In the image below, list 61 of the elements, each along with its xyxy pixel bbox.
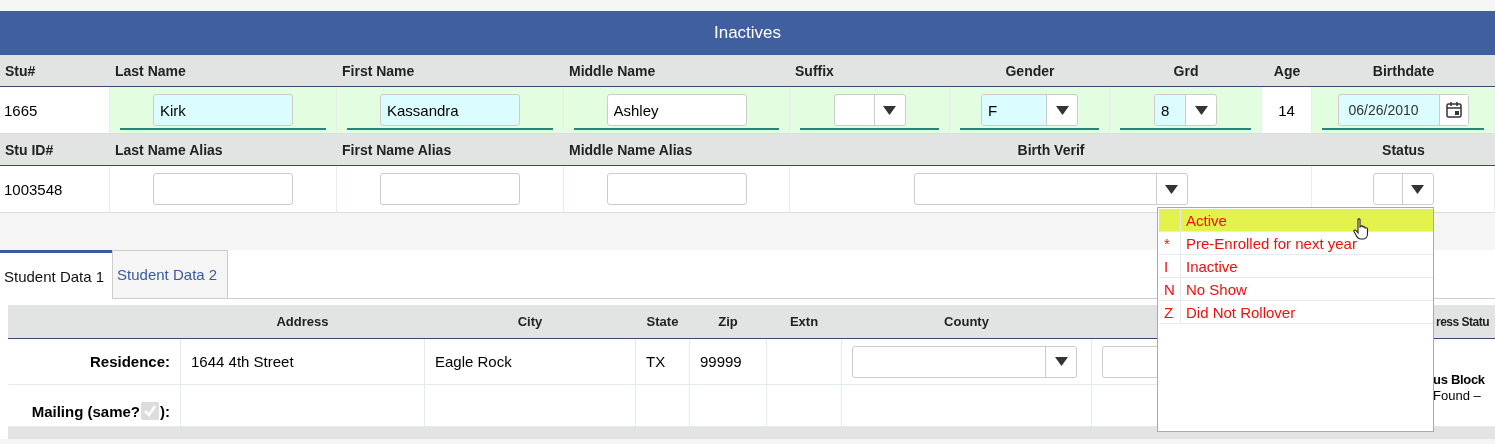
dropdown-arrow-icon	[1165, 184, 1178, 194]
select-field[interactable]	[1372, 173, 1434, 205]
column-header: Middle Name Alias	[568, 141, 694, 158]
row-label: Residence:	[89, 353, 170, 370]
column-header: Birthdate	[1371, 62, 1436, 79]
column-header: Stu ID#	[4, 141, 55, 158]
text-field[interactable]	[153, 173, 293, 205]
text-field[interactable]: Ashley	[606, 94, 747, 126]
dropdown-arrow-icon	[883, 105, 896, 115]
column-header: Middle Name	[568, 62, 657, 79]
dropdown-option[interactable]: Z Did Not Rollover	[1159, 301, 1433, 324]
column-header: Zip	[718, 314, 738, 329]
date-field[interactable]: 06/26/2010	[1337, 94, 1469, 126]
tab[interactable]: Student Data 2	[112, 250, 229, 298]
dropdown-arrow-icon	[1054, 357, 1068, 366]
column-header: State	[646, 314, 679, 329]
text-field[interactable]: Kassandra	[380, 94, 520, 126]
column-header: Last Name Alias	[114, 141, 224, 158]
column-header: City	[517, 314, 543, 329]
tab[interactable]: Student Data 1	[0, 250, 113, 299]
dropdown-arrow-icon	[1055, 105, 1069, 115]
dropdown-option[interactable]: I Inactive	[1159, 255, 1433, 278]
note-text: Found –	[1433, 387, 1482, 404]
column-header: First Name Alias	[341, 141, 453, 158]
select-field[interactable]: F	[981, 94, 1078, 126]
text-field[interactable]	[380, 173, 520, 205]
cell-text: 1644 4th Street	[191, 353, 294, 370]
section-banner: Inactives	[0, 11, 1495, 55]
text-field[interactable]: Kirk	[153, 94, 293, 126]
column-header: Suffix	[794, 62, 835, 79]
column-header: Grd	[1172, 62, 1200, 79]
column-header: First Name	[341, 62, 416, 79]
column-header: Gender	[1004, 62, 1056, 79]
text-field[interactable]	[606, 173, 747, 205]
cell-text: TX	[646, 353, 666, 370]
column-header: Stu#	[4, 62, 37, 79]
select-field[interactable]	[833, 94, 906, 126]
cell-text: 1003548	[4, 180, 63, 198]
column-header: Status	[1381, 141, 1426, 158]
cell-text: 1665	[4, 101, 38, 119]
select-field[interactable]: 8	[1154, 94, 1217, 126]
cell-text: Eagle Rock	[435, 353, 512, 370]
dropdown-arrow-icon	[1194, 105, 1208, 115]
column-header: Extn	[789, 314, 819, 329]
dropdown-arrow-icon	[1411, 184, 1424, 194]
column-header: Address	[276, 314, 329, 329]
note-title: us Block	[1433, 371, 1486, 388]
column-header: County	[944, 314, 989, 329]
column-header: Age	[1272, 62, 1302, 79]
hand-cursor-icon	[1353, 218, 1369, 240]
column-header: ress Statu	[1436, 314, 1490, 329]
select-field[interactable]	[913, 173, 1188, 205]
column-header: Last Name	[114, 62, 187, 79]
cell-text: 14	[1278, 101, 1295, 119]
calendar-icon[interactable]	[1445, 102, 1462, 118]
cell-text: 99999	[700, 353, 742, 370]
row-label: Mailing (same? ):	[31, 402, 170, 420]
column-header: Birth Verif	[1016, 141, 1086, 158]
select-field[interactable]	[852, 345, 1077, 378]
dropdown-option[interactable]: N No Show	[1159, 278, 1433, 301]
dropdown-option[interactable]: Active	[1159, 209, 1433, 232]
